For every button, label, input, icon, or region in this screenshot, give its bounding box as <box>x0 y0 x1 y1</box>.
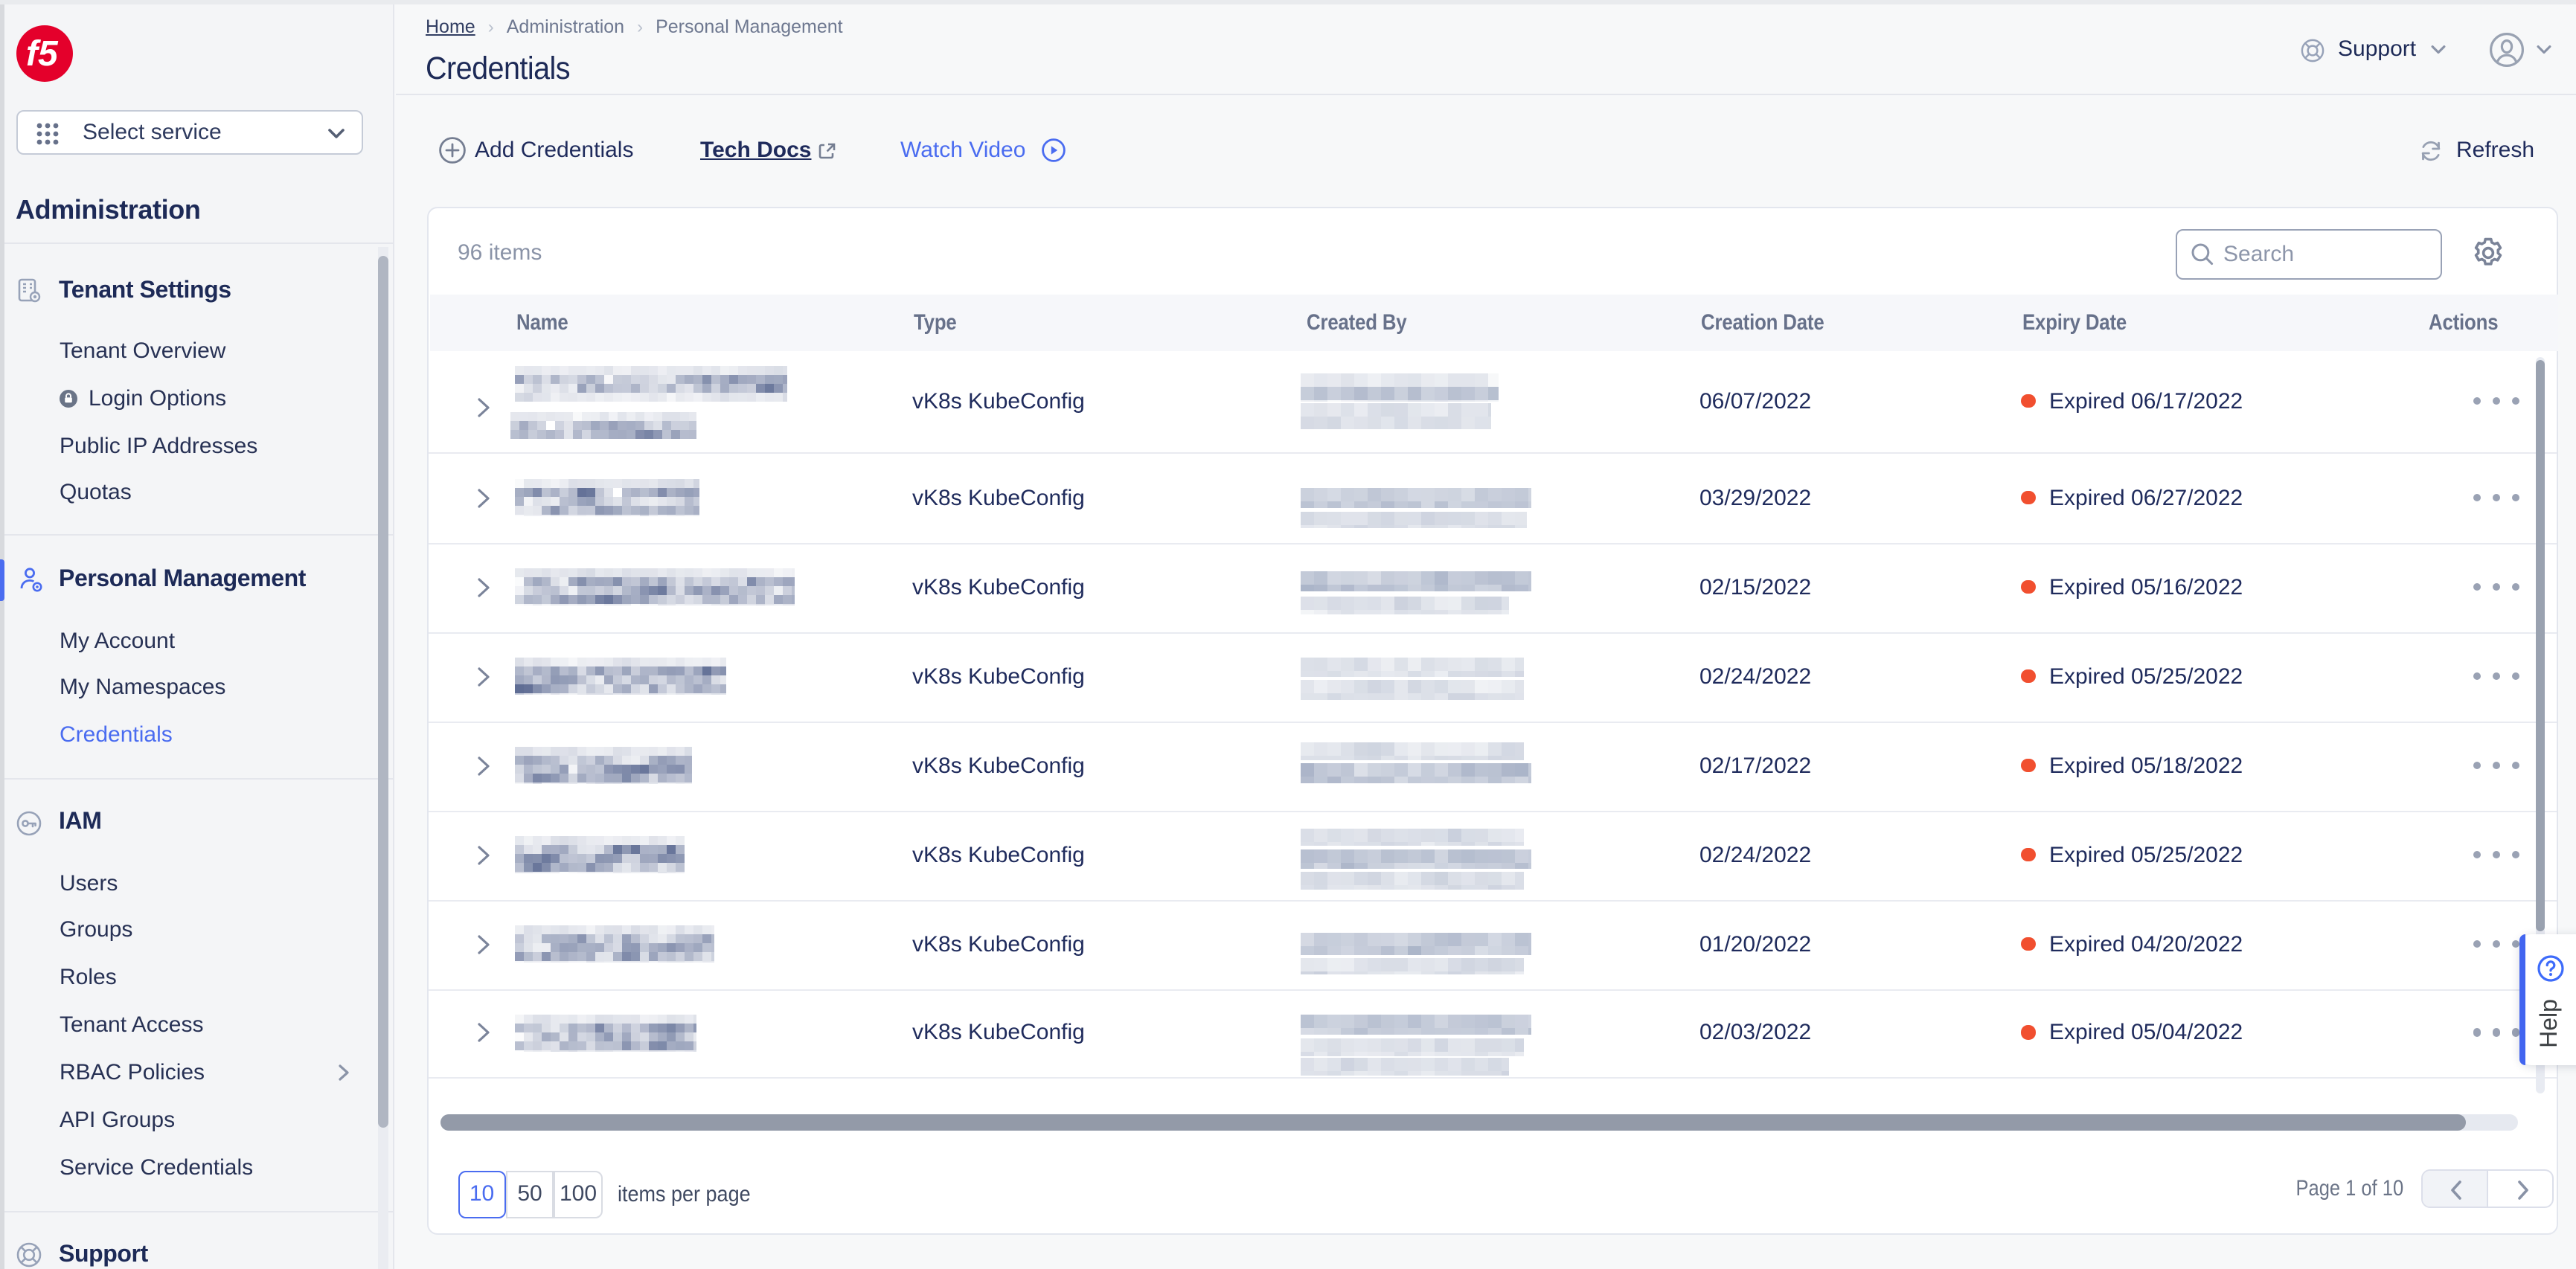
svg-text:f5: f5 <box>26 33 59 73</box>
